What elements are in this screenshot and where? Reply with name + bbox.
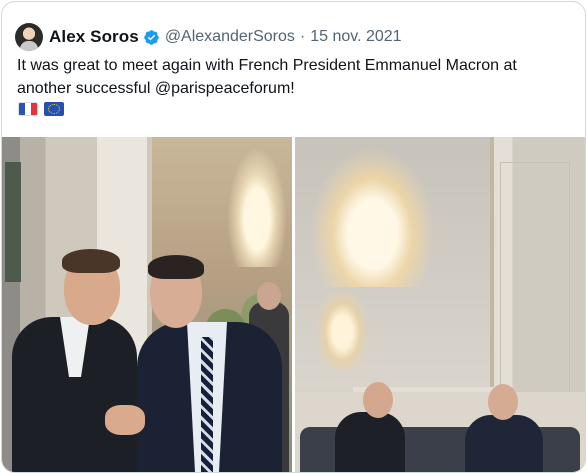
tweet-media[interactable] [2, 137, 585, 472]
french-flag-icon [18, 102, 38, 116]
eu-flag-icon [44, 102, 64, 116]
photo-handshake[interactable] [2, 137, 292, 472]
tweet-header: Alex Soros @AlexanderSoros · 15 nov. 202… [15, 20, 402, 54]
tweet-card[interactable]: Alex Soros @AlexanderSoros · 15 nov. 202… [1, 1, 586, 473]
author-handle[interactable]: @AlexanderSoros [165, 28, 295, 46]
photo-seated-conversation[interactable] [295, 137, 585, 472]
flag-emojis [18, 102, 64, 116]
avatar[interactable] [15, 23, 43, 51]
tweet-text: It was great to meet again with French P… [17, 57, 517, 97]
author-name[interactable]: Alex Soros [49, 27, 139, 47]
tweet-date[interactable]: 15 nov. 2021 [310, 28, 401, 46]
verified-badge-icon [144, 29, 159, 45]
meta-separator: · [299, 28, 306, 45]
